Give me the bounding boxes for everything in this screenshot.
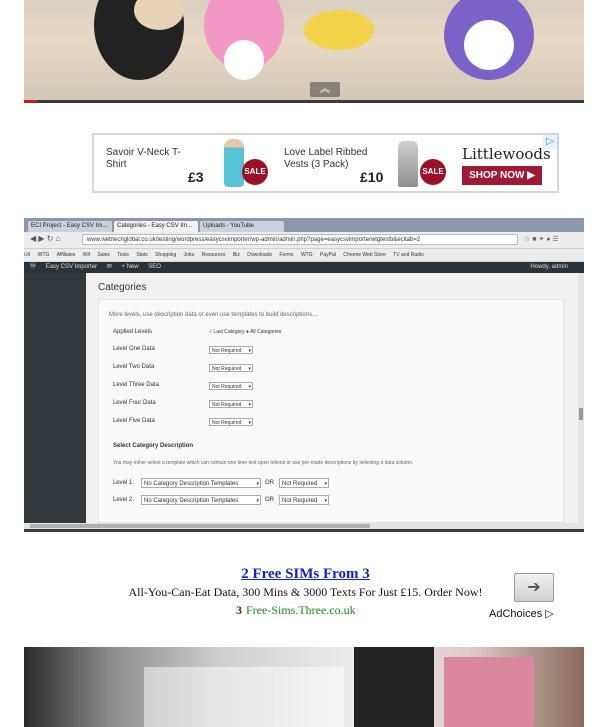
column-select[interactable]: Not Required <box>279 478 329 488</box>
expand-controls-button[interactable]: ︽ <box>310 82 340 97</box>
bookmark-item[interactable]: WTG <box>38 252 50 258</box>
bookmark-item[interactable]: Wif <box>83 252 90 258</box>
product2-price: £10 <box>360 169 384 185</box>
ad-headline-link[interactable]: 2 Free SIMs From 3 <box>100 566 511 583</box>
browser-tab-bar: ECI Project - Easy CSV Im... Categories … <box>24 218 584 232</box>
level-label: Level Five Data <box>113 418 155 424</box>
adchoices-link[interactable]: AdChoices ▷ <box>489 607 554 620</box>
product2-name[interactable]: Love Label Ribbed Vests (3 Pack) <box>284 147 384 171</box>
bookmark-item[interactable]: PayPal <box>320 252 336 258</box>
video-progress-fill <box>24 529 175 532</box>
video-player-bottom[interactable] <box>24 647 584 727</box>
radio-last-category[interactable]: Last Category <box>213 329 244 335</box>
settings-panel: More levels, use description data or eve… <box>98 299 564 523</box>
applied-levels-radio[interactable]: ○ Last Category ● All Categories <box>209 329 281 335</box>
wp-logo-icon[interactable]: Ⓦ <box>30 264 36 270</box>
bookmark-item[interactable]: Sales <box>97 252 110 258</box>
level-select[interactable]: Not Required <box>209 400 253 408</box>
cartoon-figure <box>224 40 264 80</box>
bookmark-item[interactable]: TV and Radio <box>393 252 424 258</box>
level-select[interactable]: Not Required <box>209 382 253 390</box>
bookmark-item[interactable]: Resources <box>202 252 226 258</box>
or-label: OR <box>265 480 274 486</box>
video-frame-shape <box>444 657 534 727</box>
bookmark-item[interactable]: Chrome Web Store <box>343 252 386 258</box>
littlewoods-ad[interactable]: Savoir V-Neck T-Shirt £3 SALE Love Label… <box>92 133 559 193</box>
template-select[interactable]: No Category Description Templates <box>141 478 261 488</box>
bookmark-item[interactable]: Url <box>24 252 30 258</box>
or-label: OR <box>265 497 274 503</box>
level-label: Level Two Data <box>113 364 155 370</box>
video-progress-fill <box>24 100 37 103</box>
level-select[interactable]: Not Required <box>209 364 253 372</box>
applied-levels-label: Applied Levels <box>113 329 153 335</box>
sale-badge: SALE <box>420 159 446 185</box>
bookmark-item[interactable]: Shopping <box>155 252 176 258</box>
wp-admin-sidebar <box>24 273 86 523</box>
vertical-scrollbar[interactable] <box>578 273 584 523</box>
bookmark-item[interactable]: Forms <box>279 252 293 258</box>
wp-main-content: Categories More levels, use description … <box>86 273 580 523</box>
cartoon-figure <box>464 20 514 70</box>
wp-seo-link[interactable]: SEO <box>148 264 161 270</box>
sale-badge: SALE <box>242 159 268 185</box>
desc-row-label: Level 2: <box>113 497 135 503</box>
level-label: Level Four Data <box>113 400 156 406</box>
three-logo-icon: 3 <box>236 603 242 617</box>
product1-image[interactable] <box>224 139 244 187</box>
bookmark-item[interactable]: Affiliates <box>57 252 76 258</box>
ad-display-url[interactable]: 3 Free-Sims.Three.co.uk <box>236 603 356 618</box>
address-bar[interactable]: www.webtechglobal.co.uk/testing/wordpres… <box>82 234 518 245</box>
ad-description: All-You-Can-Eat Data, 300 Mins & 3000 Te… <box>128 585 483 599</box>
wp-admin-bar: Ⓦ Easy CSV Importer ✉ + New SEO Howdy, a… <box>24 262 584 273</box>
product2-image[interactable] <box>398 141 418 187</box>
product1-name[interactable]: Savoir V-Neck T-Shirt <box>106 147 196 171</box>
shop-now-button[interactable]: SHOP NOW ▶ <box>462 166 542 185</box>
three-sims-ad[interactable]: 2 Free SIMs From 3 All-You-Can-Eat Data,… <box>100 562 570 624</box>
bookmark-item[interactable]: Stats <box>136 252 147 258</box>
bookmark-item[interactable]: Tools <box>117 252 129 258</box>
comments-icon[interactable]: ✉ <box>107 264 112 270</box>
level-label: Level Three Data <box>113 382 159 388</box>
cartoon-figure <box>304 10 374 50</box>
column-select[interactable]: Not Required <box>279 495 329 505</box>
bookmarks-bar: Url WTG Affiliates Wif Sales Tools Stats… <box>24 249 584 262</box>
wp-new-link[interactable]: + New <box>121 264 138 270</box>
intro-text: More levels, use description data or eve… <box>109 312 318 318</box>
browser-tab[interactable]: Categories - Easy CSV Im... <box>114 221 198 232</box>
browser-tab[interactable]: ECI Project - Easy CSV Im... <box>28 221 112 232</box>
browser-toolbar: ◀ ▶ ↻ ⌂ www.webtechglobal.co.uk/testing/… <box>24 232 584 249</box>
extension-icons[interactable]: ☆ ■ ✦ ● ☰ <box>524 235 559 243</box>
video-player-top[interactable]: ︽ <box>24 0 584 103</box>
level-select[interactable]: Not Required <box>209 418 253 426</box>
level-select[interactable]: Not Required <box>209 346 253 354</box>
adchoices-icon[interactable]: ▷ <box>543 135 557 149</box>
ad-url-text[interactable]: Free-Sims.Three.co.uk <box>246 603 356 617</box>
wp-site-name[interactable]: Easy CSV Importer <box>46 264 97 270</box>
scrollbar-thumb[interactable] <box>30 524 370 528</box>
littlewoods-logo[interactable]: Littlewoods <box>462 145 551 163</box>
nav-buttons-icon[interactable]: ◀ ▶ ↻ ⌂ <box>30 234 61 243</box>
product1-price: £3 <box>188 169 204 185</box>
bookmark-item[interactable]: Biz <box>233 252 240 258</box>
bookmark-item[interactable]: WTG <box>301 252 313 258</box>
template-select[interactable]: No Category Description Templates <box>141 495 261 505</box>
bookmark-item[interactable]: Jobs <box>184 252 195 258</box>
radio-all-categories[interactable]: All Categories <box>250 329 281 335</box>
video-frame-shape <box>144 667 344 727</box>
video-frame-shape <box>354 647 434 727</box>
level-label: Level One Data <box>113 346 155 352</box>
browser-tab[interactable]: Uploads - YouTube <box>200 221 284 232</box>
arrow-right-icon[interactable]: ➔ <box>514 573 554 602</box>
wp-howdy[interactable]: Howdy, admin <box>530 262 568 273</box>
embedded-browser-screenshot[interactable]: ECI Project - Easy CSV Im... Categories … <box>24 218 584 532</box>
desc-row-label: Level 1: <box>113 480 135 486</box>
video-progress-bar[interactable] <box>24 100 584 103</box>
description-heading: Select Category Description <box>113 443 194 449</box>
page-title: Categories <box>98 282 147 293</box>
scrollbar-thumb[interactable] <box>579 408 583 420</box>
bookmark-item[interactable]: Downloads <box>247 252 272 258</box>
description-note: You may either select a template which c… <box>113 460 414 466</box>
